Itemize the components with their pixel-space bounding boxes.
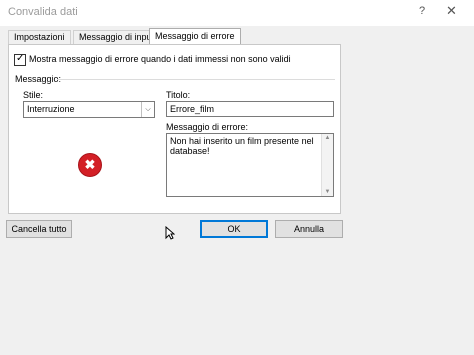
style-select-value: Interruzione: [27, 104, 75, 114]
title-input-value: Errore_film: [170, 104, 215, 114]
tab-messaggio-input[interactable]: Messaggio di input: [73, 30, 161, 44]
style-select[interactable]: Interruzione ⌵: [23, 101, 155, 118]
error-message-textarea[interactable]: Non hai inserito un film presente nel da…: [166, 133, 334, 197]
error-message-label: Messaggio di errore:: [166, 122, 249, 132]
tab-messaggio-errore[interactable]: Messaggio di errore: [149, 28, 241, 44]
error-message-value: Non hai inserito un film presente nel da…: [170, 136, 314, 156]
close-button[interactable]: ✕: [446, 3, 457, 19]
show-error-checkbox-label[interactable]: Mostra messaggio di errore quando i dati…: [29, 54, 291, 64]
help-button[interactable]: ?: [419, 5, 425, 17]
cancel-button[interactable]: Annulla: [275, 220, 343, 238]
title-label: Titolo:: [166, 90, 191, 100]
message-group-label: Messaggio:: [15, 74, 62, 84]
clear-all-button[interactable]: Cancella tutto: [6, 220, 72, 238]
show-error-checkbox[interactable]: ✓: [14, 53, 26, 66]
chevron-down-icon[interactable]: ⌵: [141, 102, 154, 117]
scroll-up-icon[interactable]: ▲: [322, 135, 333, 141]
mouse-cursor-icon: [165, 226, 175, 240]
style-label: Stile:: [23, 90, 44, 100]
group-divider: [57, 79, 335, 80]
error-message-panel: ✓ Mostra messaggio di errore quando i da…: [8, 44, 341, 214]
scroll-down-icon[interactable]: ▼: [322, 189, 333, 195]
title-bar: Convalida dati ? ✕: [0, 0, 474, 26]
title-input[interactable]: Errore_film: [166, 101, 334, 117]
ok-button[interactable]: OK: [200, 220, 268, 238]
window-title: Convalida dati: [8, 6, 78, 18]
checkmark-icon: ✓: [16, 53, 25, 64]
textarea-scrollbar[interactable]: ▲ ▼: [321, 134, 333, 196]
stop-error-icon: ✖: [78, 153, 102, 177]
tab-impostazioni[interactable]: Impostazioni: [8, 30, 71, 44]
